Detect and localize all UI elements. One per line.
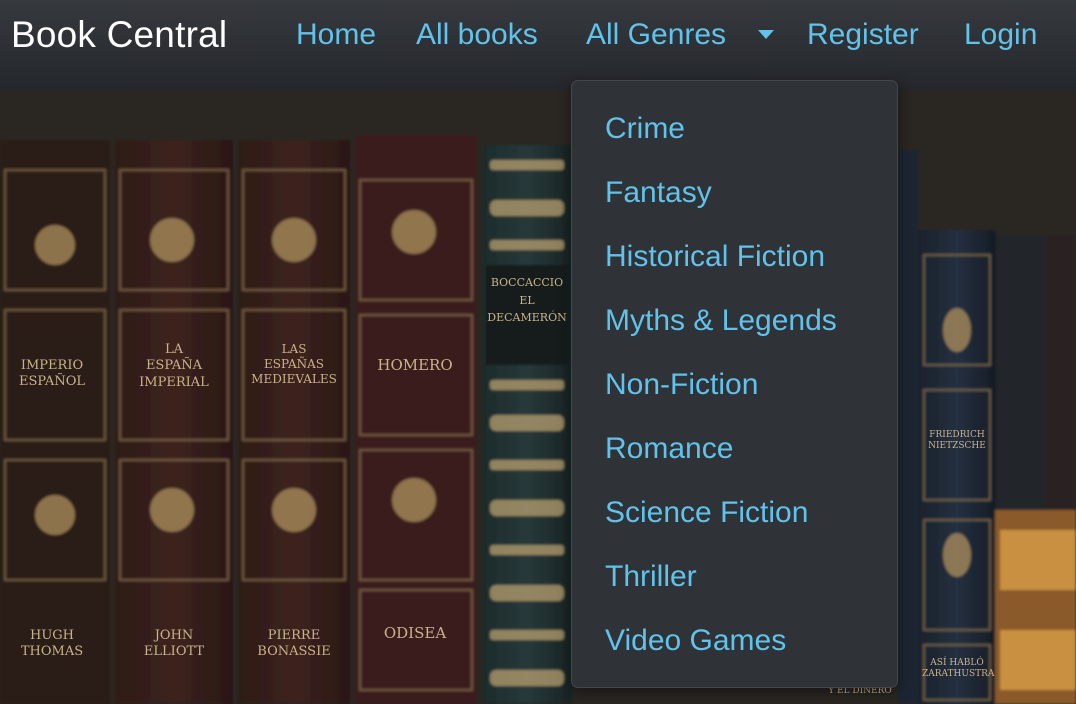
book-spine-line: ESPAÑA (145, 358, 203, 374)
book-spine-line: HUGH (29, 628, 74, 643)
nav-dropdown-all-genres[interactable]: All Genres (586, 14, 726, 56)
book-spine-line: LA (164, 342, 184, 357)
nav-link-home[interactable]: Home (296, 14, 376, 56)
book-spine-line: LAS (281, 342, 307, 356)
book-spine-pierre-bonassie: PIERRE BONASSIE (244, 628, 344, 661)
book-spine-hugh-thomas: HUGH THOMAS (2, 628, 102, 661)
navbar: Book Central Home All books All Genres R… (0, 0, 1076, 90)
book-spine-odisea: ODISEA (383, 624, 447, 642)
book-spine-nietzsche: FRIEDRICH NIETZSCHE (922, 430, 992, 453)
nav-link-register[interactable]: Register (807, 14, 919, 56)
book-spine-line: ELLIOTT (143, 644, 205, 660)
book-spine-line: DECAMERÓN (487, 311, 567, 325)
book-spine-line: ZARATHUSTRA (922, 669, 995, 680)
book-spine-espana-imperial: LA ESPAÑA IMPERIAL (122, 342, 226, 391)
book-spine-espanas-medievales: LAS ESPAÑAS MEDIEVALES (244, 342, 344, 387)
dropdown-item-science-fiction[interactable]: Science Fiction (605, 493, 808, 533)
book-spine-line: ESPAÑOL (18, 374, 85, 390)
dropdown-item-crime[interactable]: Crime (605, 109, 685, 149)
book-spine-line: FRIEDRICH (929, 430, 985, 440)
book-spine-line: ESPAÑAS (263, 357, 324, 371)
book-spine-imperio: IMPERIO ESPAÑOL (2, 358, 102, 391)
book-spine-line: PIERRE (267, 628, 321, 643)
brand-logo-link[interactable]: Book Central (11, 12, 227, 58)
book-spine-line: JOHN (154, 628, 194, 643)
book-spine-homero: HOMERO (377, 356, 453, 374)
book-spine-decameron: BOCCACCIO EL DECAMERÓN (484, 274, 570, 327)
book-spine-line: BONASSIE (257, 644, 331, 660)
genres-dropdown-menu: Crime Fantasy Historical Fiction Myths &… (571, 80, 898, 688)
dropdown-item-thriller[interactable]: Thriller (605, 557, 697, 597)
book-spine-line: BOCCACCIO (490, 276, 564, 289)
book-spine-line: THOMAS (20, 644, 84, 660)
dropdown-item-fantasy[interactable]: Fantasy (605, 173, 712, 213)
book-spine-line: IMPERIAL (139, 374, 209, 390)
book-spine-line: EL (519, 293, 535, 307)
book-spine-line: MEDIEVALES (251, 372, 337, 386)
dropdown-item-romance[interactable]: Romance (605, 429, 733, 469)
dropdown-item-video-games[interactable]: Video Games (605, 621, 786, 661)
dropdown-item-non-fiction[interactable]: Non-Fiction (605, 365, 758, 405)
nav-link-login[interactable]: Login (964, 14, 1037, 56)
book-spine-line: IMPERIO (20, 358, 84, 373)
page: IMPERIO ESPAÑOL LA ESPAÑA IMPERIAL LAS E… (0, 0, 1076, 704)
book-spine-line: ASÍ HABLÓ (930, 658, 984, 668)
bookshelf-illustration (0, 90, 1076, 704)
dropdown-item-myths-legends[interactable]: Myths & Legends (605, 301, 837, 341)
hero-background-image: IMPERIO ESPAÑOL LA ESPAÑA IMPERIAL LAS E… (0, 90, 1076, 704)
book-spine-john-elliott: JOHN ELLIOTT (122, 628, 226, 661)
book-spine-line: NIETZSCHE (928, 441, 986, 452)
caret-down-icon[interactable] (758, 30, 774, 39)
book-spine-zarathustra: ASÍ HABLÓ ZARATHUSTRA (922, 658, 995, 681)
dropdown-item-historical-fiction[interactable]: Historical Fiction (605, 237, 825, 277)
nav-link-all-books[interactable]: All books (416, 14, 538, 56)
